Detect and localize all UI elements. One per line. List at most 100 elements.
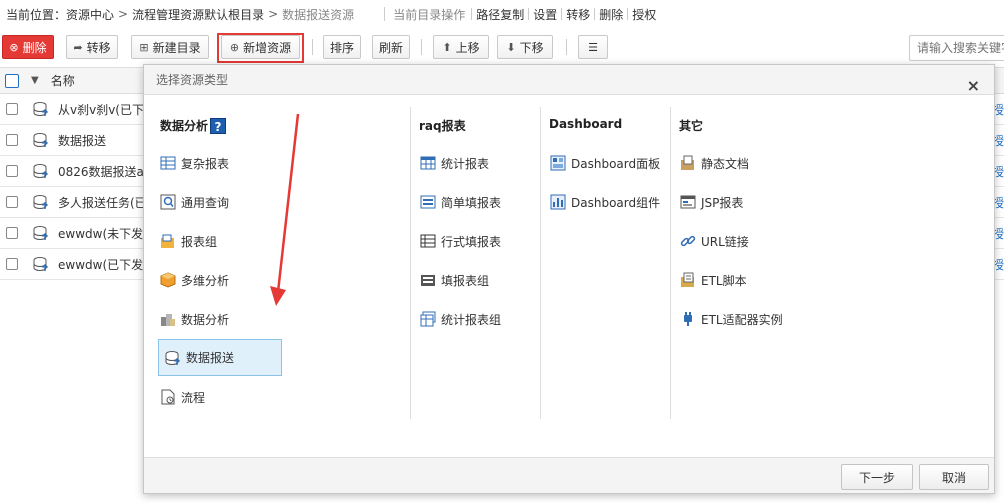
- type-item-label: URL链接: [701, 234, 749, 249]
- dashboard-panel-icon: [550, 155, 566, 171]
- row-name[interactable]: 多人报送任务(已: [58, 194, 147, 211]
- next-button[interactable]: 下一步: [841, 464, 913, 490]
- type-item-general-query[interactable]: 通用查询: [160, 185, 229, 219]
- divider: [384, 7, 386, 21]
- annotation-arrow: [270, 113, 300, 306]
- column-heading-other: 其它: [679, 117, 703, 134]
- new-resource-label: 新增资源: [243, 40, 292, 55]
- column-heading-label: 其它: [679, 119, 704, 133]
- cancel-button[interactable]: 取消: [919, 464, 989, 490]
- type-item-dashboard-panel[interactable]: Dashboard面板: [550, 146, 660, 180]
- row-name[interactable]: ewwdw(未下发: [58, 225, 143, 242]
- type-item-complex-report[interactable]: 复杂报表: [160, 146, 229, 180]
- move-up-label: 上移: [455, 40, 480, 55]
- sort-label: 排序: [330, 40, 355, 55]
- plug-icon: [684, 312, 692, 326]
- type-item-simple-fill-report[interactable]: 简单填报表: [420, 185, 501, 219]
- query-search-icon: [160, 194, 176, 210]
- plus-circle-icon: ⊕: [229, 40, 240, 54]
- divider: [421, 39, 422, 55]
- dir-op-move[interactable]: 转移: [562, 6, 594, 23]
- type-item-label: 数据分析: [181, 312, 230, 327]
- help-icon[interactable]: ?: [210, 117, 227, 134]
- database-upload-icon: [33, 133, 49, 147]
- type-item-etl-adapter[interactable]: ETL适配器实例: [680, 302, 783, 336]
- type-item-label: 复杂报表: [181, 156, 230, 171]
- new-resource-button[interactable]: ⊕ 新增资源: [221, 35, 300, 59]
- type-item-olap[interactable]: 多维分析: [160, 263, 229, 297]
- delete-button-label: 删除: [22, 40, 47, 55]
- type-item-label: 多维分析: [181, 273, 230, 288]
- type-item-url-link[interactable]: URL链接: [680, 224, 749, 258]
- close-icon[interactable]: ×: [967, 71, 980, 101]
- delete-button[interactable]: ⊗ 删除: [2, 35, 54, 59]
- next-button-label: 下一步: [858, 470, 895, 485]
- type-item-dashboard-widget[interactable]: Dashboard组件: [550, 185, 660, 219]
- cancel-button-label: 取消: [941, 470, 966, 485]
- dir-op-settings[interactable]: 设置: [529, 6, 561, 23]
- type-item-jsp-report[interactable]: JSP报表: [680, 185, 743, 219]
- type-item-label: ETL适配器实例: [701, 312, 783, 327]
- type-item-row-fill-report[interactable]: 行式填报表: [420, 224, 501, 258]
- database-upload-icon: [165, 350, 181, 365]
- new-directory-button[interactable]: ⊞ 新建目录: [131, 35, 209, 59]
- dir-op-copy-path[interactable]: 路径复制: [472, 6, 528, 23]
- menu-icon: ☰: [588, 40, 598, 54]
- dir-op-delete[interactable]: 删除: [595, 6, 627, 23]
- toolbar: ⊗ 删除 ➦ 转移 ⊞ 新建目录 ⊕ 新增资源 排序 刷新 ⬆ 上移 ⬇ 下移 …: [0, 33, 1004, 63]
- breadcrumb-item-resource-center[interactable]: 资源中心: [66, 6, 114, 23]
- move-up-button[interactable]: ⬆ 上移: [433, 35, 489, 59]
- jsp-page-icon: [680, 195, 696, 209]
- type-item-label: 通用查询: [181, 195, 230, 210]
- search-input[interactable]: [909, 35, 1004, 61]
- row-checkbox[interactable]: [6, 103, 18, 115]
- breadcrumb-item-root[interactable]: 流程管理资源默认根目录: [132, 6, 264, 23]
- type-item-label: ETL脚本: [701, 273, 747, 288]
- refresh-button[interactable]: 刷新: [372, 35, 410, 59]
- type-item-label: JSP报表: [701, 195, 744, 210]
- type-item-data-submission[interactable]: 数据报送: [158, 339, 282, 376]
- database-upload-icon: [33, 226, 49, 240]
- column-divider: [410, 107, 411, 419]
- row-checkbox[interactable]: [6, 134, 18, 146]
- menu-button[interactable]: ☰: [578, 35, 608, 59]
- type-item-data-analysis[interactable]: 数据分析: [160, 302, 229, 336]
- type-item-etl-script[interactable]: ETL脚本: [680, 263, 747, 297]
- row-name[interactable]: 数据报送: [58, 132, 106, 149]
- fill-form-icon: [420, 195, 436, 209]
- row-checkbox[interactable]: [6, 227, 18, 239]
- column-heading-label: 数据分析: [160, 119, 209, 133]
- dir-ops-title: 当前目录操作: [393, 7, 466, 22]
- type-item-label: 数据报送: [186, 351, 235, 365]
- row-name[interactable]: 从v刹v刹v(已下发: [58, 101, 156, 118]
- type-item-workflow[interactable]: 流程: [160, 380, 205, 414]
- row-checkbox[interactable]: [6, 258, 18, 270]
- chain-link-icon: [680, 235, 696, 247]
- row-checkbox[interactable]: [6, 196, 18, 208]
- database-upload-icon: [33, 164, 49, 178]
- column-header-name: 名称: [50, 74, 75, 88]
- dir-op-authorize[interactable]: 授权: [628, 6, 660, 23]
- type-item-stat-report[interactable]: 统计报表: [420, 146, 489, 180]
- static-doc-icon: [681, 155, 694, 170]
- report-group-icon: [161, 234, 174, 248]
- caret-down-icon[interactable]: ▼: [31, 75, 39, 86]
- type-item-stat-report-group[interactable]: 统计报表组: [420, 302, 501, 336]
- row-name[interactable]: 0826数据报送a: [58, 163, 144, 180]
- row-checkbox[interactable]: [6, 165, 18, 177]
- new-directory-label: 新建目录: [152, 40, 201, 55]
- column-divider: [670, 107, 671, 419]
- bar-chart-icon: [550, 194, 566, 210]
- row-name[interactable]: ewwdw(已下发: [58, 256, 143, 273]
- sort-button[interactable]: 排序: [323, 35, 361, 59]
- type-item-label: 报表组: [181, 234, 218, 249]
- type-item-fill-report-group[interactable]: 填报表组: [420, 263, 489, 297]
- type-item-static-document[interactable]: 静态文档: [680, 146, 749, 180]
- move-down-button[interactable]: ⬇ 下移: [497, 35, 553, 59]
- row-form-icon: [420, 234, 436, 248]
- breadcrumb-separator: >: [118, 7, 129, 21]
- flow-document-icon: [161, 389, 175, 405]
- type-item-report-group[interactable]: 报表组: [160, 224, 217, 258]
- move-button[interactable]: ➦ 转移: [66, 35, 118, 59]
- select-all-checkbox[interactable]: [5, 73, 19, 88]
